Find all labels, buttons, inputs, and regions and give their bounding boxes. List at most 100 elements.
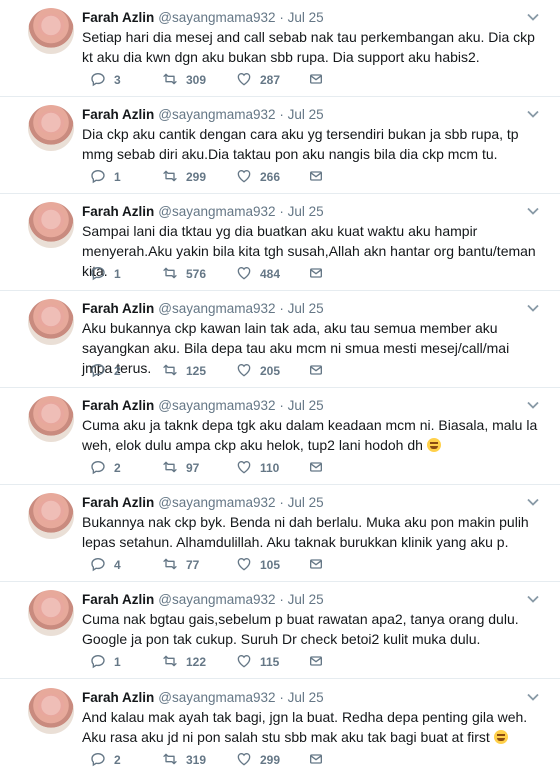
- like-button[interactable]: 205: [228, 362, 280, 380]
- username[interactable]: @sayangmama932: [158, 592, 275, 607]
- display-name[interactable]: Farah Azlin: [82, 107, 154, 122]
- chevron-down-icon[interactable]: [527, 303, 539, 313]
- retweet-count: 309: [186, 73, 207, 87]
- retweet-icon: [162, 362, 178, 381]
- like-button[interactable]: 287: [228, 71, 280, 89]
- reply-button[interactable]: 1: [82, 265, 121, 283]
- retweet-button[interactable]: 97: [154, 459, 199, 477]
- display-name[interactable]: Farah Azlin: [82, 495, 154, 510]
- username[interactable]: @sayangmama932: [158, 204, 275, 219]
- chevron-down-icon[interactable]: [527, 497, 539, 507]
- like-button[interactable]: 266: [228, 168, 280, 186]
- avatar[interactable]: [28, 105, 74, 151]
- avatar[interactable]: [28, 396, 74, 442]
- chevron-down-icon[interactable]: [527, 594, 539, 604]
- tweet-item[interactable]: Farah Azlin @sayangmama932 · Jul 25 Aku b…: [0, 291, 560, 388]
- separator-dot: ·: [279, 495, 284, 510]
- direct-message-button[interactable]: [300, 459, 324, 477]
- retweet-button[interactable]: 309: [154, 71, 206, 89]
- direct-message-button[interactable]: [300, 168, 324, 186]
- retweet-button[interactable]: 122: [154, 653, 206, 671]
- retweet-count: 319: [186, 753, 207, 767]
- direct-message-button[interactable]: [300, 653, 324, 671]
- username[interactable]: @sayangmama932: [158, 398, 275, 413]
- tweet-header: Farah Azlin @sayangmama932 · Jul 25: [82, 495, 324, 510]
- direct-message-button[interactable]: [300, 71, 324, 89]
- reply-button[interactable]: 2: [82, 362, 121, 380]
- tweet-item[interactable]: Farah Azlin @sayangmama932 · Jul 25 Cuma …: [0, 582, 560, 679]
- tweet-date[interactable]: Jul 25: [288, 495, 324, 510]
- chevron-down-icon[interactable]: [527, 400, 539, 410]
- username[interactable]: @sayangmama932: [158, 495, 275, 510]
- retweet-button[interactable]: 299: [154, 168, 206, 186]
- like-button[interactable]: 115: [228, 653, 279, 671]
- display-name[interactable]: Farah Azlin: [82, 592, 154, 607]
- display-name[interactable]: Farah Azlin: [82, 690, 154, 705]
- like-button[interactable]: 299: [228, 751, 280, 769]
- reply-button[interactable]: 1: [82, 653, 121, 671]
- avatar[interactable]: [28, 590, 74, 636]
- tweet-item[interactable]: Farah Azlin @sayangmama932 · Jul 25 Cuma …: [0, 388, 560, 485]
- separator-dot: ·: [279, 204, 284, 219]
- reply-button[interactable]: 4: [82, 556, 121, 574]
- direct-message-button[interactable]: [300, 556, 324, 574]
- tweet-date[interactable]: Jul 25: [288, 592, 324, 607]
- like-button[interactable]: 110: [228, 459, 279, 477]
- chevron-down-icon[interactable]: [527, 692, 539, 702]
- retweet-button[interactable]: 576: [154, 265, 206, 283]
- username[interactable]: @sayangmama932: [158, 301, 275, 316]
- reply-button[interactable]: 2: [82, 459, 121, 477]
- display-name[interactable]: Farah Azlin: [82, 301, 154, 316]
- tweet-date[interactable]: Jul 25: [288, 204, 324, 219]
- retweet-button[interactable]: 319: [154, 751, 206, 769]
- reply-button[interactable]: 1: [82, 168, 121, 186]
- display-name[interactable]: Farah Azlin: [82, 398, 154, 413]
- chevron-down-icon[interactable]: [527, 109, 539, 119]
- tweet-date[interactable]: Jul 25: [288, 107, 324, 122]
- tweet-item[interactable]: Farah Azlin @sayangmama932 · Jul 25 Bukan…: [0, 485, 560, 582]
- tweet-item[interactable]: Farah Azlin @sayangmama932 · Jul 25 And k…: [0, 680, 560, 777]
- reply-icon: [90, 168, 106, 187]
- chevron-down-icon[interactable]: [527, 12, 539, 22]
- like-icon: [236, 459, 252, 478]
- reply-button[interactable]: 3: [82, 71, 121, 89]
- direct-message-button[interactable]: [300, 751, 324, 769]
- like-button[interactable]: 484: [228, 265, 280, 283]
- direct-message-button[interactable]: [300, 362, 324, 380]
- tweet-item[interactable]: Farah Azlin @sayangmama932 · Jul 25 Dia c…: [0, 97, 560, 194]
- tweet-date[interactable]: Jul 25: [288, 10, 324, 25]
- avatar[interactable]: [28, 688, 74, 734]
- like-count: 287: [260, 73, 281, 87]
- tweet-date[interactable]: Jul 25: [288, 301, 324, 316]
- like-icon: [236, 265, 252, 284]
- tweet-actions: 3 309 287: [82, 71, 342, 89]
- tweet-date[interactable]: Jul 25: [288, 690, 324, 705]
- avatar[interactable]: [28, 202, 74, 248]
- username[interactable]: @sayangmama932: [158, 10, 275, 25]
- tweet-text: Setiap hari dia mesej and call sebab nak…: [82, 29, 535, 65]
- avatar[interactable]: [28, 493, 74, 539]
- separator-dot: ·: [279, 301, 284, 316]
- username[interactable]: @sayangmama932: [158, 107, 275, 122]
- reply-button[interactable]: 2: [82, 751, 121, 769]
- tweet-date[interactable]: Jul 25: [288, 398, 324, 413]
- direct-message-button[interactable]: [300, 265, 324, 283]
- like-icon: [236, 653, 252, 672]
- direct-message-icon: [308, 751, 324, 770]
- tweet-text: Bukannya nak ckp byk. Benda ni dah berla…: [82, 514, 529, 550]
- tweet-item[interactable]: Farah Azlin @sayangmama932 · Jul 25 Setia…: [0, 0, 560, 97]
- retweet-button[interactable]: 125: [154, 362, 206, 380]
- like-button[interactable]: 105: [228, 556, 280, 574]
- username[interactable]: @sayangmama932: [158, 690, 275, 705]
- display-name[interactable]: Farah Azlin: [82, 10, 154, 25]
- reply-icon: [90, 751, 106, 770]
- display-name[interactable]: Farah Azlin: [82, 204, 154, 219]
- avatar[interactable]: [28, 8, 74, 54]
- retweet-button[interactable]: 77: [154, 556, 199, 574]
- chevron-down-icon[interactable]: [527, 206, 539, 216]
- like-count: 110: [260, 461, 280, 475]
- emoji-icon: [426, 438, 441, 452]
- avatar[interactable]: [28, 299, 74, 345]
- tweet-item[interactable]: Farah Azlin @sayangmama932 · Jul 25 Sampa…: [0, 194, 560, 291]
- direct-message-icon: [308, 556, 324, 575]
